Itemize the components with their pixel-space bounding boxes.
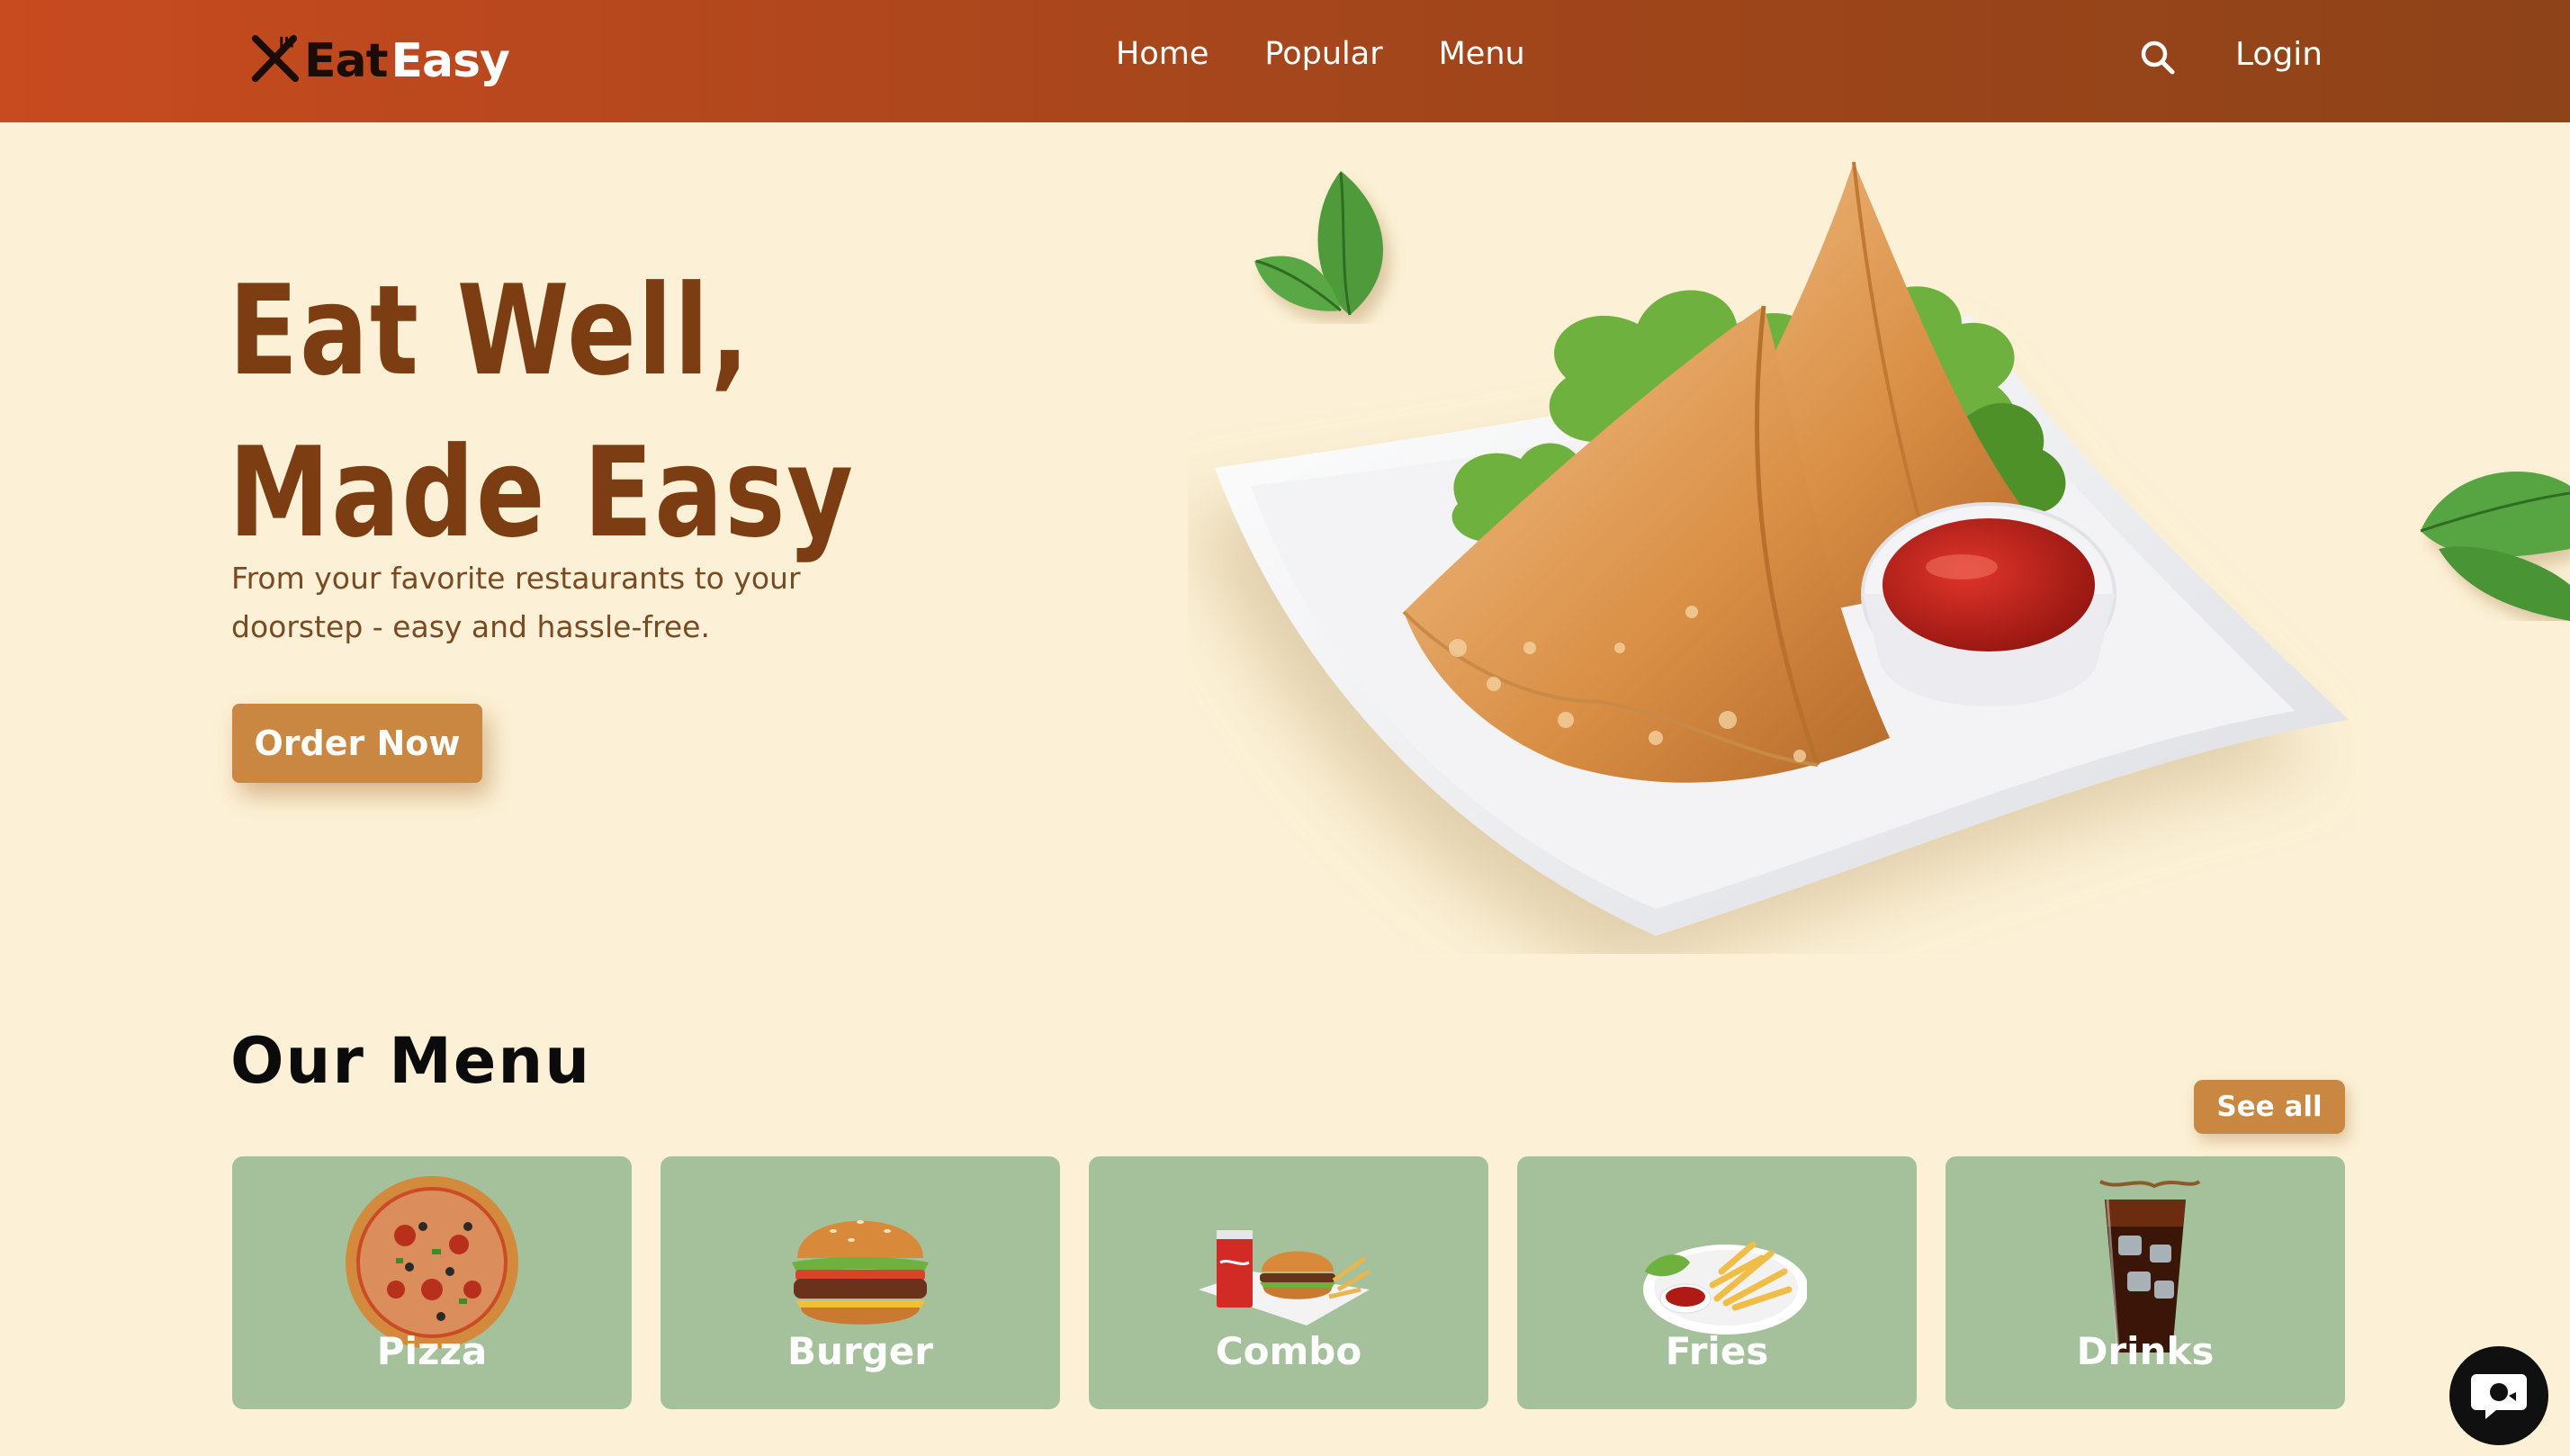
nav-popular-link[interactable]: Popular <box>1264 36 1382 72</box>
hero-subtitle-line2: doorstep - easy and hassle-free. <box>231 609 710 644</box>
fries-plate-image <box>1643 1241 1807 1335</box>
menu-section-title: Our Menu <box>230 1024 592 1098</box>
samosa-plate-image <box>1215 161 2349 936</box>
fork-knife-icon <box>248 33 301 89</box>
menu-card-label: Fries <box>1665 1329 1769 1373</box>
menu-card-list: Pizza Burger Combo Fries Drinks <box>232 1156 2345 1409</box>
menu-card-drinks[interactable]: Drinks <box>1945 1156 2345 1409</box>
hero-subtitle-line1: From your favorite restaurants to your <box>231 561 801 596</box>
menu-card-label: Drinks <box>2076 1329 2215 1373</box>
login-link[interactable]: Login <box>2235 36 2323 73</box>
hero-title-line2: Made Easy <box>229 420 855 565</box>
mint-leaf-right-image <box>2420 472 2570 621</box>
brand-eat-text: Eat <box>304 34 388 88</box>
chat-button[interactable] <box>2449 1346 2548 1445</box>
hero-subtitle: From your favorite restaurants to your d… <box>231 554 861 652</box>
menu-card-combo[interactable]: Combo <box>1089 1156 1488 1409</box>
brand-easy-text: Easy <box>391 34 509 88</box>
navbar: Eat Easy Home Popular Menu Login <box>0 0 2570 122</box>
menu-card-burger[interactable]: Burger <box>660 1156 1060 1409</box>
see-all-button[interactable]: See all <box>2194 1080 2345 1134</box>
menu-card-label: Pizza <box>376 1329 488 1373</box>
burger-image <box>792 1220 929 1325</box>
nav-home-link[interactable]: Home <box>1116 36 1209 72</box>
menu-card-pizza[interactable]: Pizza <box>232 1156 632 1409</box>
hero-title-line1: Eat Well, <box>229 258 751 403</box>
menu-card-label: Combo <box>1215 1329 1362 1373</box>
combo-meal-image <box>1199 1230 1371 1326</box>
menu-card-label: Burger <box>787 1329 933 1373</box>
hero-title: Eat Well, Made Easy <box>229 250 855 574</box>
nav-menu-link[interactable]: Menu <box>1439 36 1525 72</box>
brand-logo[interactable]: Eat Easy <box>248 27 510 95</box>
drink-glass-image <box>2099 1180 2201 1353</box>
main-nav: Home Popular Menu <box>1116 36 1525 72</box>
order-now-button[interactable]: Order Now <box>232 704 482 783</box>
chat-icon <box>2471 1374 2527 1419</box>
search-icon <box>2141 40 2175 75</box>
menu-card-fries[interactable]: Fries <box>1517 1156 1917 1409</box>
search-button[interactable] <box>2136 36 2179 79</box>
pizza-image <box>346 1176 518 1349</box>
